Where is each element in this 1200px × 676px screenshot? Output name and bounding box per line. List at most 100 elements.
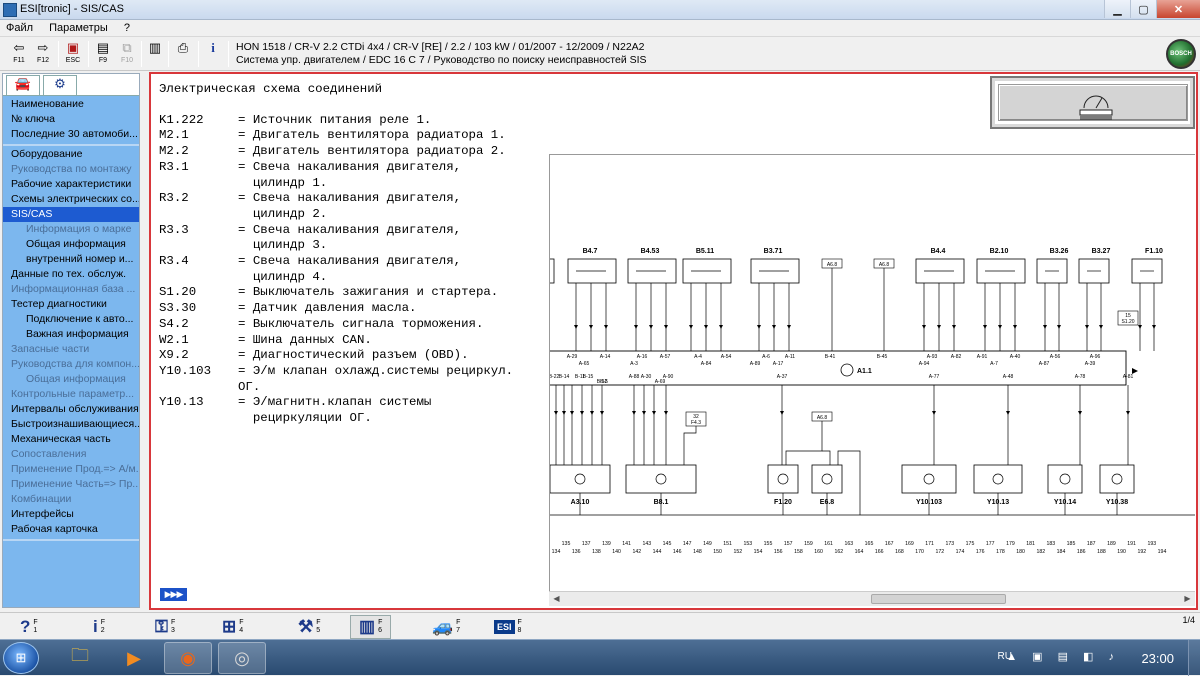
fkey-button-8[interactable]: ESI F 8	[494, 615, 522, 639]
fkey-button-4[interactable]: ⊞ F 4	[222, 615, 244, 639]
measurement-button[interactable]	[998, 84, 1188, 121]
wire-arrow	[937, 325, 941, 329]
ruler-label: 162	[834, 549, 843, 555]
fkey-button-1[interactable]: ? F 1	[20, 615, 38, 639]
document-list-button[interactable]: ▤ F9	[92, 40, 114, 68]
sidebar-item[interactable]: Руководства для компон...	[3, 357, 139, 372]
sidebar-item[interactable]: Рабочие характеристики	[3, 177, 139, 192]
document-button[interactable]: ▥	[144, 40, 166, 68]
menu-help[interactable]: ?	[118, 20, 137, 34]
network-button[interactable]: ⧉ F10	[116, 40, 138, 68]
fkey-button-7[interactable]: 🚙 F 7	[432, 615, 460, 639]
taskbar-app[interactable]: 🗀	[56, 642, 104, 674]
sidebar-item[interactable]: Важная информация	[3, 327, 139, 342]
pin-label: A-93	[927, 354, 938, 360]
vehicle-info: HON 1518 / CR-V 2.2 CTDi 4x4 / CR-V [RE]…	[236, 41, 647, 67]
scroll-thumb[interactable]	[871, 594, 1006, 604]
sidebar-item[interactable]: Контрольные параметр...	[3, 387, 139, 402]
fkey-label: F 2	[100, 619, 106, 634]
reference-label: A6.8	[827, 262, 838, 268]
taskbar-app[interactable]: ◉	[164, 642, 212, 674]
sidebar-item[interactable]: Руководства по монтажу	[3, 162, 139, 177]
sidebar-item[interactable]: Интервалы обслуживания	[3, 402, 139, 417]
ruler-label: 159	[804, 541, 813, 547]
back-button[interactable]: ⇦ F11	[8, 40, 30, 68]
taskbar-app[interactable]: ▶	[110, 642, 158, 674]
sidebar-item[interactable]: Информация о марке	[3, 222, 139, 237]
sidebar-item[interactable]: Подключение к авто...	[3, 312, 139, 327]
legend-description: = Двигатель вентилятора радиатора 2.	[238, 144, 506, 159]
legend-description: = Э/м клапан охлажд.системы рециркул. ОГ…	[238, 363, 514, 394]
pin-label: A-84	[701, 361, 712, 367]
sidebar-item[interactable]: Общая информация	[3, 372, 139, 387]
ruler-label: 140	[612, 549, 621, 555]
sidebar-item[interactable]: Общая информация	[3, 237, 139, 252]
sidebar-item[interactable]: Информационная база ...	[3, 282, 139, 297]
ruler-label: 178	[996, 549, 1005, 555]
ruler-label: 135	[562, 541, 571, 547]
next-page-button[interactable]: ▶▶▶	[160, 588, 187, 601]
bosch-logo: BOSCH	[1166, 39, 1196, 69]
ruler-label: 158	[794, 549, 803, 555]
sidebar-item[interactable]: Комбинации	[3, 492, 139, 507]
wire-arrow	[922, 325, 926, 329]
sidebar-item[interactable]: Применение Часть=> Пр...	[3, 477, 139, 492]
fkey-button-3[interactable]: ⚿ F 3	[155, 615, 175, 639]
menu-settings[interactable]: Параметры	[43, 20, 115, 34]
sidebar-item[interactable]: № ключа	[3, 112, 139, 127]
component-label: B3.26	[1050, 248, 1069, 255]
pin-label: B-41	[825, 354, 836, 360]
menu-file[interactable]: Файл	[0, 20, 40, 34]
ruler-label: 149	[703, 541, 712, 547]
scroll-left-icon[interactable]: ◀	[549, 592, 564, 606]
sidebar-item[interactable]: Схемы электрических со...	[3, 192, 139, 207]
sidebar-item[interactable]: Сопоставления	[3, 447, 139, 462]
start-button[interactable]: ⊞	[3, 642, 39, 674]
info-button[interactable]: i	[202, 40, 224, 68]
ruler-label: 143	[642, 541, 651, 547]
sidebar-item[interactable]: SIS/CAS	[3, 207, 139, 222]
escape-button[interactable]: ▣ ESC	[62, 40, 84, 68]
sidebar-item[interactable]: Применение Прод.=> А/м.	[3, 462, 139, 477]
sidebar-item[interactable]: Быстроизнашивающиеся...	[3, 417, 139, 432]
ruler-label: 194	[1158, 549, 1167, 555]
sidebar-item[interactable]: Оборудование	[3, 147, 139, 162]
print-button[interactable]: ⎙	[172, 40, 194, 68]
scroll-right-icon[interactable]: ▶	[1180, 592, 1195, 606]
show-desktop-button[interactable]	[1188, 640, 1200, 676]
wire-arrow	[1099, 325, 1103, 329]
pin-label: A-6	[762, 354, 770, 360]
component-box	[1047, 464, 1083, 494]
wiring-diagram[interactable]: B4.7 B4.53 B5.11 B3.71 B4.4 B2.10 B3.26 B3.27 F1…	[549, 154, 1195, 606]
wire-arrow	[1013, 325, 1017, 329]
sidebar-item[interactable]: Интерфейсы	[3, 507, 139, 522]
taskbar-app[interactable]: ◎	[218, 642, 266, 674]
fkey-button-6[interactable]: ▥ F 6	[350, 615, 392, 639]
sidebar-item[interactable]: внутренний номер и...	[3, 252, 139, 267]
sidebar-item[interactable]: Последние 30 автомоби...	[3, 127, 139, 142]
media-player-icon: ▶	[127, 647, 141, 668]
close-button[interactable]: ✕	[1156, 0, 1200, 18]
gauge-panel	[990, 76, 1195, 129]
ruler-label: 148	[693, 549, 702, 555]
clock[interactable]: 23:00	[1141, 651, 1174, 666]
horizontal-scrollbar[interactable]: ◀ ▶	[549, 591, 1195, 606]
fkey-button-2[interactable]: iF 2	[93, 615, 105, 639]
maximize-button[interactable]: ▢	[1130, 0, 1156, 18]
sidebar-item[interactable]: Запасные части	[3, 342, 139, 357]
sidebar-item[interactable]: Тестер диагностики	[3, 297, 139, 312]
forward-button[interactable]: ⇨ F12	[32, 40, 54, 68]
legend-description: = Э/магнитн.клапан системы рециркуляции …	[238, 395, 432, 426]
tray-icons[interactable]: ▲ ▣ ▤ ◧ ♪	[1006, 650, 1120, 663]
wire-arrow	[554, 411, 558, 415]
sidebar-item[interactable]: Механическая часть	[3, 432, 139, 447]
sidebar-item[interactable]: Наименование	[3, 97, 139, 112]
wire-arrow	[604, 325, 608, 329]
tab-vehicle[interactable]: 🚘	[6, 75, 40, 95]
ruler-label: 187	[1087, 541, 1096, 547]
tab-engine[interactable]: ⚙	[43, 75, 77, 95]
sidebar-item[interactable]: Данные по тех. обслуж.	[3, 267, 139, 282]
fkey-button-5[interactable]: ⚒ F 5	[298, 615, 321, 639]
sidebar-item[interactable]: Рабочая карточка	[3, 522, 139, 537]
minimize-button[interactable]: ▁	[1104, 0, 1130, 18]
